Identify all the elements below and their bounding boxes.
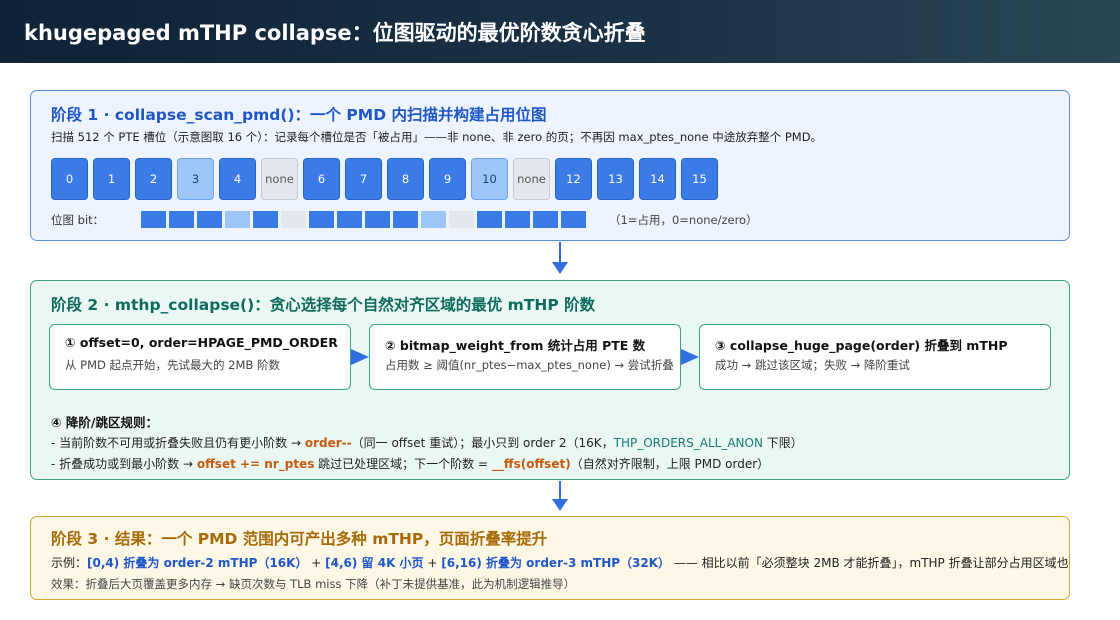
bitmap-cell [505, 211, 530, 228]
header-bar: khugepaged mTHP collapse：位图驱动的最优阶数贪心折叠 [0, 0, 1120, 63]
step-3-box: ③ collapse_huge_page(order) 折叠到 mTHP 成功 … [699, 324, 1051, 390]
down-arrow-1 [552, 242, 568, 276]
pte-slot: none [261, 158, 298, 200]
bitmap-cell [477, 211, 502, 228]
pte-slot: 13 [597, 158, 634, 200]
step-3-title: ③ collapse_huge_page(order) 折叠到 mTHP [715, 338, 1008, 353]
pte-slot: 0 [51, 158, 88, 200]
bitmap-cell [533, 211, 558, 228]
example-sep-1: + [307, 556, 326, 570]
example-suffix: —— 相比以前「必须整块 2MB 才能折叠」，mTHP 折叠让部分占用区域也能获… [670, 556, 1070, 570]
stage3-panel: 阶段 3 · 结果：一个 PMD 范围内可产出多种 mTHP，页面折叠率提升 示… [30, 516, 1070, 600]
stage3-title: 阶段 3 · 结果：一个 PMD 范围内可产出多种 mTHP，页面折叠率提升 [51, 530, 548, 548]
bitmap-cell [421, 211, 446, 228]
rule-2-highlight-2: __ffs(offset) [491, 457, 571, 471]
bitmap-cell [309, 211, 334, 228]
bitmap-label: 位图 bit： [51, 213, 105, 227]
pte-slot: 14 [639, 158, 676, 200]
bitmap-cell [225, 211, 250, 228]
stage1-description: 扫描 512 个 PTE 槽位（示意图取 16 个）：记录每个槽位是否「被占用」… [51, 130, 823, 144]
rule-2-text: - 折叠成功或到最小阶数 → [51, 457, 197, 471]
bitmap-cell [393, 211, 418, 228]
step-1-desc: 从 PMD 起点开始，先试最大的 2MB 阶数 [65, 358, 280, 372]
pte-slot: 15 [681, 158, 718, 200]
step-2-desc: 占用数 ≥ 阈值(nr_ptes−max_ptes_none) → 尝试折叠 [385, 358, 674, 372]
stage3-effect: 效果：折叠后大页覆盖更多内存 → 缺页次数与 TLB miss 下降（补丁未提供… [51, 577, 576, 591]
bitmap-cell [337, 211, 362, 228]
rule-1-text: - 当前阶数不可用或折叠失败且仍有更小阶数 → [51, 436, 305, 450]
rule-2: - 折叠成功或到最小阶数 → offset += nr_ptes 跳过已处理区域… [51, 455, 769, 472]
step-3-desc: 成功 → 跳过该区域；失败 → 降阶重试 [715, 358, 910, 372]
stage2-title: 阶段 2 · mthp_collapse()：贪心选择每个自然对齐区域的最优 m… [51, 296, 596, 314]
rule-1-text-3: 下限） [762, 436, 803, 450]
bitmap-cell [253, 211, 278, 228]
bitmap-cell [281, 211, 306, 228]
rule-2-text-2: 跳过已处理区域；下一个阶数 = [314, 457, 492, 471]
stage1-title: 阶段 1 · collapse_scan_pmd()：一个 PMD 内扫描并构建… [51, 106, 547, 124]
step-1-title: ① offset=0, order=HPAGE_PMD_ORDER [65, 335, 338, 350]
pte-slot: 6 [303, 158, 340, 200]
example-part-1: [0,4) 折叠为 order-2 mTHP（16K） [87, 556, 308, 570]
pte-slot-row: 0 1 2 3 4 none 6 7 8 9 10 none 12 13 14 15 [51, 158, 731, 200]
pte-slot: 12 [555, 158, 592, 200]
rule-2-highlight: offset += nr_ptes [196, 457, 315, 471]
bitmap-cell [561, 211, 586, 228]
pte-slot: 10 [471, 158, 508, 200]
step-2-title: ② bitmap_weight_from 统计占用 PTE 数 [385, 338, 646, 353]
bitmap-cell [169, 211, 194, 228]
step-2-box: ② bitmap_weight_from 统计占用 PTE 数 占用数 ≥ 阈值… [369, 324, 681, 390]
bitmap-cell [197, 211, 222, 228]
example-part-2: [4,6) 留 4K 小页 [325, 556, 424, 570]
step-1-box: ① offset=0, order=HPAGE_PMD_ORDER 从 PMD … [49, 324, 351, 390]
bitmap-row [141, 211, 591, 228]
stage3-example: 示例：[0,4) 折叠为 order-2 mTHP（16K） + [4,6) 留… [51, 554, 1070, 571]
pte-slot: none [513, 158, 550, 200]
rule-2-text-3: （自然对齐限制，上限 PMD order） [570, 457, 770, 471]
example-prefix: 示例： [51, 556, 88, 570]
bitmap-cell [449, 211, 474, 228]
pte-slot: 9 [429, 158, 466, 200]
pte-slot: 3 [177, 158, 214, 200]
pte-slot: 2 [135, 158, 172, 200]
rule-1-text-2: （同一 offset 重试）；最小只到 order 2（16K， [351, 436, 614, 450]
pte-slot: 8 [387, 158, 424, 200]
down-arrow-2 [552, 481, 568, 513]
step-arrow-1 [351, 349, 369, 365]
bitmap-cell [365, 211, 390, 228]
bitmap-note: （1=占用，0=none/zero） [609, 213, 758, 227]
example-part-3: [6,16) 折叠为 order-3 mTHP（32K） [441, 556, 671, 570]
page-title: khugepaged mTHP collapse：位图驱动的最优阶数贪心折叠 [24, 21, 646, 45]
bitmap-cell [141, 211, 166, 228]
pte-slot: 4 [219, 158, 256, 200]
rule-1-highlight: order-- [304, 436, 352, 450]
rules-title: ④ 降阶/跳区规则： [51, 415, 159, 430]
stage2-panel: 阶段 2 · mthp_collapse()：贪心选择每个自然对齐区域的最优 m… [30, 280, 1070, 480]
step-arrow-2 [681, 349, 699, 365]
rule-1: - 当前阶数不可用或折叠失败且仍有更小阶数 → order--（同一 offse… [51, 434, 803, 451]
stage1-panel: 阶段 1 · collapse_scan_pmd()：一个 PMD 内扫描并构建… [30, 90, 1070, 241]
rule-1-constant: THP_ORDERS_ALL_ANON [613, 436, 763, 450]
pte-slot: 7 [345, 158, 382, 200]
pte-slot: 1 [93, 158, 130, 200]
example-sep-2: + [423, 556, 442, 570]
